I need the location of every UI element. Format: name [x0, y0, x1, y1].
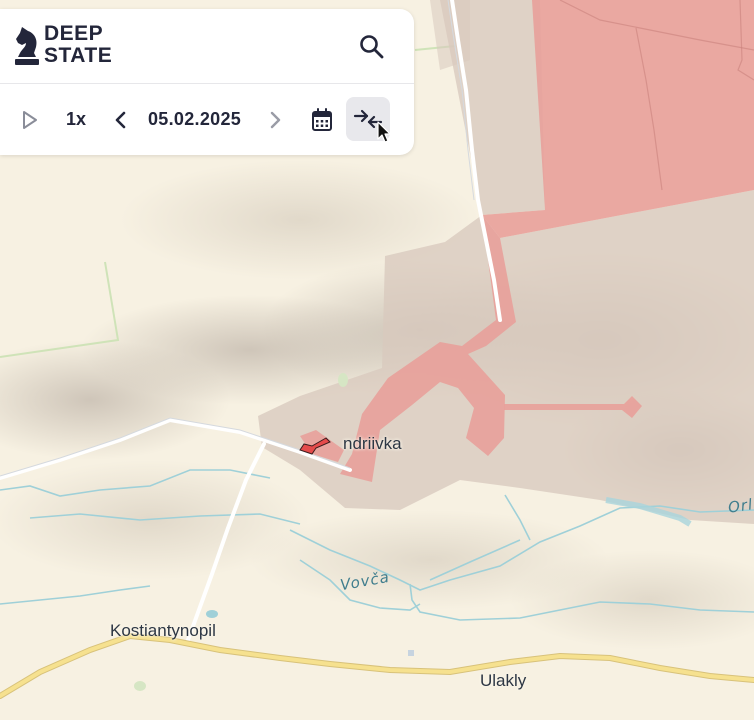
speed-toggle[interactable]: 1x [66, 109, 86, 130]
logo-line1: DEEP [44, 22, 104, 45]
place-label-kostiantynopil: Kostiantynopil [110, 621, 216, 640]
logo-line2: STATE [44, 44, 113, 67]
search-button[interactable] [352, 27, 392, 67]
compare-button[interactable] [346, 97, 390, 141]
control-panel: DEEP STATE 1x 05.02.2025 [0, 9, 414, 155]
chevron-left-icon [115, 111, 126, 129]
park-patch [134, 681, 146, 691]
current-date[interactable]: 05.02.2025 [148, 109, 241, 130]
knight-chess-icon [15, 27, 39, 65]
place-label-ulakly: Ulakly [480, 671, 527, 690]
deepstate-logo[interactable]: DEEP STATE [14, 23, 124, 69]
building-marker [408, 650, 414, 656]
search-icon [360, 35, 384, 59]
next-date-button[interactable] [262, 106, 288, 134]
panel-header: DEEP STATE [0, 9, 414, 83]
logo-text: DEEP STATE [44, 23, 112, 67]
play-icon [23, 111, 37, 129]
chevron-right-icon [270, 111, 281, 129]
calendar-button[interactable] [307, 104, 337, 136]
play-button[interactable] [16, 106, 44, 134]
calendar-icon [312, 108, 332, 131]
pond [206, 610, 218, 618]
park-patch-2 [338, 373, 348, 387]
timeline-controls: 1x 05.02.2025 [0, 84, 414, 155]
prev-date-button[interactable] [108, 106, 134, 134]
place-label-andriivka: ndriivka [343, 434, 402, 453]
compare-arrows-icon [353, 109, 383, 129]
river-label-orl: Orl [726, 495, 754, 517]
